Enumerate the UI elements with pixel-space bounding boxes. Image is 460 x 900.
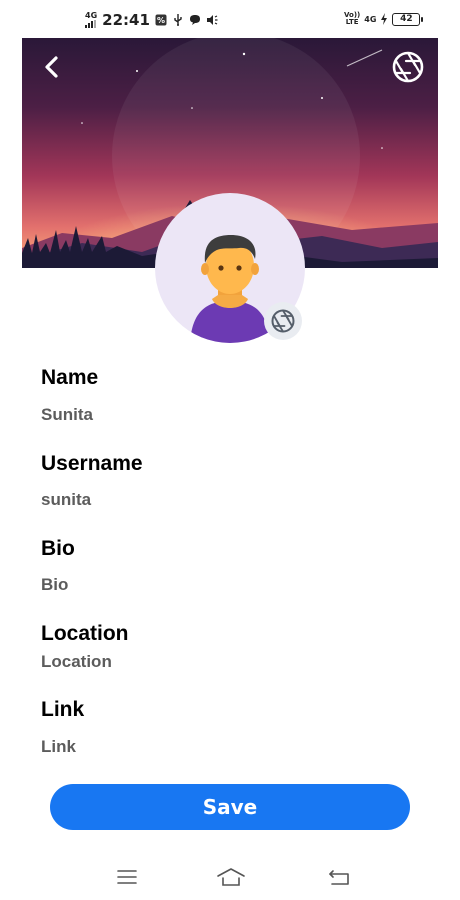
link-label: Link bbox=[41, 698, 85, 721]
charging-icon bbox=[381, 13, 388, 25]
name-input[interactable] bbox=[41, 405, 421, 425]
network-type-left: 4G bbox=[85, 11, 98, 20]
username-label: Username bbox=[41, 452, 143, 475]
bio-input[interactable] bbox=[41, 575, 421, 595]
bio-label: Bio bbox=[41, 537, 75, 560]
back-arrow-icon bbox=[329, 870, 349, 885]
change-avatar-button[interactable] bbox=[264, 302, 302, 340]
nav-menu-button[interactable] bbox=[114, 866, 140, 888]
svg-text:%: % bbox=[157, 16, 165, 25]
location-label: Location bbox=[41, 622, 129, 645]
username-input[interactable] bbox=[41, 490, 421, 510]
menu-icon bbox=[117, 870, 137, 884]
volte-line2: LTE bbox=[345, 18, 359, 26]
back-button[interactable] bbox=[38, 52, 66, 82]
system-nav-bar bbox=[0, 860, 460, 894]
signal-icon bbox=[85, 20, 97, 28]
save-button[interactable]: Save bbox=[50, 784, 410, 830]
status-right: Vo)) LTE 4G 42 bbox=[344, 12, 424, 26]
battery-indicator: 42 bbox=[392, 12, 424, 26]
usb-icon bbox=[174, 14, 182, 26]
network-indicator-left: 4G bbox=[85, 12, 97, 28]
change-cover-photo-button[interactable] bbox=[392, 51, 424, 83]
link-input[interactable] bbox=[41, 737, 421, 757]
aperture-icon bbox=[271, 309, 295, 333]
status-bar: 4G 22:41 % Vo)) LTE 4G 42 bbox=[0, 0, 460, 38]
chevron-left-icon bbox=[45, 56, 58, 78]
percent-badge-icon: % bbox=[155, 14, 167, 26]
aperture-icon bbox=[392, 51, 424, 83]
clock: 22:41 bbox=[102, 11, 150, 29]
volte-indicator: Vo)) LTE bbox=[344, 12, 360, 26]
status-left: 4G 22:41 % bbox=[85, 11, 218, 29]
home-icon bbox=[217, 868, 245, 886]
network-type-right: 4G bbox=[364, 14, 377, 24]
location-input[interactable] bbox=[41, 652, 421, 672]
nav-back-button[interactable] bbox=[326, 866, 352, 888]
volume-icon bbox=[206, 15, 218, 25]
nav-home-button[interactable] bbox=[216, 866, 246, 888]
name-label: Name bbox=[41, 366, 99, 389]
chat-icon bbox=[189, 15, 200, 25]
